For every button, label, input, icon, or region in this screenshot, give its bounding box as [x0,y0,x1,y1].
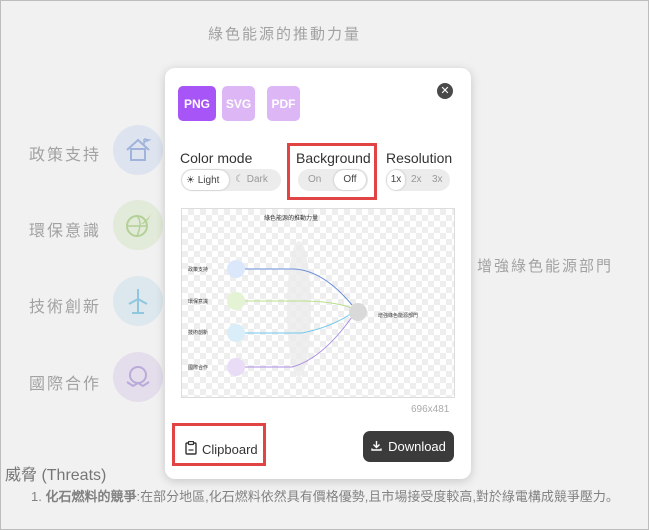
preview-target: 增強綠色能源部門 [378,312,418,319]
preview-house-icon [227,260,245,278]
moon-icon: ☾ [235,174,244,185]
preview-cat-3: 國際合作 [188,364,208,371]
color-mode-light[interactable]: ☀ Light [182,170,229,190]
sun-icon: ☀ [186,175,195,186]
clipboard-icon [185,440,197,458]
color-mode-label: Color mode [180,150,253,166]
resolution-toggle[interactable]: 1x 2x 3x [386,169,450,191]
resolution-2x[interactable]: 2x [411,169,427,191]
preview-handshake-icon [227,358,245,376]
resolution-label: Resolution [386,150,453,166]
resolution-1x[interactable]: 1x [387,170,405,190]
preview-target-icon [349,303,367,321]
close-icon[interactable]: ✕ [437,83,453,99]
background-off[interactable]: Off [334,170,366,190]
format-svg-button[interactable]: SVG [222,86,255,121]
download-button[interactable]: Download [363,431,454,462]
download-label: Download [388,439,446,454]
preview-cat-2: 技術創新 [188,329,208,336]
preview-globe-icon [227,292,245,310]
preview-title: 綠色能源的推動力量 [264,214,318,222]
clipboard-label: Clipboard [202,441,258,457]
color-mode-toggle[interactable]: ☀ Light ☾ Dark [181,169,281,191]
export-dimensions: 696x481 [411,404,450,415]
download-icon [371,439,382,454]
preview-turbine-icon [227,324,245,342]
color-mode-dark[interactable]: ☾ Dark [235,169,279,191]
preview-cat-1: 環保意識 [188,298,208,305]
format-png-button[interactable]: PNG [178,86,216,121]
export-preview: 綠色能源的推動力量 政策支持 環保意識 技術創新 國際合作 增強綠色能源部門 [181,208,455,398]
preview-funnel [287,241,311,377]
format-pdf-button[interactable]: PDF [267,86,300,121]
preview-diagram: 綠色能源的推動力量 政策支持 環保意識 技術創新 國際合作 增強綠色能源部門 [188,214,418,377]
resolution-3x[interactable]: 3x [432,169,448,191]
export-dialog: PNG SVG PDF ✕ Color mode ☀ Light ☾ Dark … [165,68,471,479]
background-toggle[interactable]: On Off [298,169,368,191]
background-on[interactable]: On [308,169,332,191]
clipboard-button[interactable]: Clipboard [183,434,263,464]
preview-cat-0: 政策支持 [188,266,208,273]
background-label: Background [296,150,371,166]
